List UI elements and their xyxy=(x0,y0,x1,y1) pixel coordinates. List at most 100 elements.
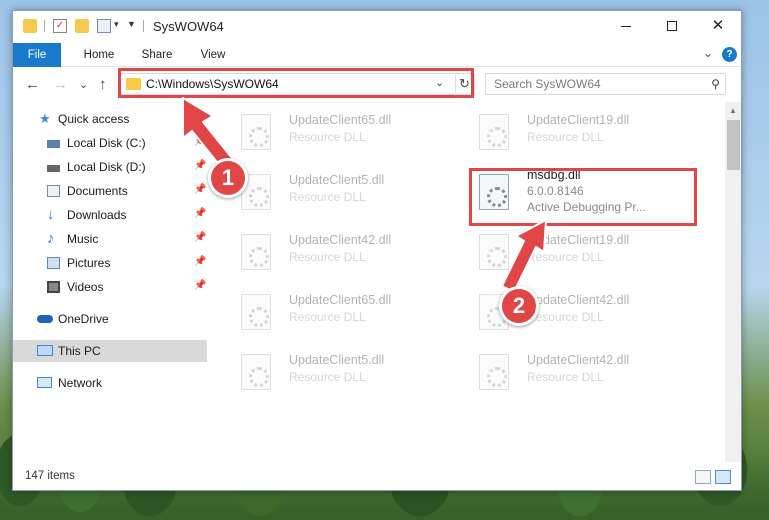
navigation-pane: ★ Quick access Local Disk (C:) 📌 Local D… xyxy=(13,102,213,462)
sidebar-item-this-pc[interactable]: This PC xyxy=(13,340,207,362)
item-count: 147 items xyxy=(25,470,75,482)
file-type: Resource DLL xyxy=(527,130,604,144)
scroll-thumb[interactable] xyxy=(727,120,740,170)
sidebar-item-documents[interactable]: Documents 📌 xyxy=(13,180,207,202)
sidebar-item-network[interactable]: Network xyxy=(13,372,207,394)
music-icon: ♪ xyxy=(47,230,55,247)
ribbon-tabs: File Home Share View ⌄ ? xyxy=(13,43,741,67)
dll-file-icon xyxy=(241,354,271,390)
sidebar-item-local-disk-d[interactable]: Local Disk (D:) 📌 xyxy=(13,156,207,178)
search-box[interactable]: Search SysWOW64 ⚲ xyxy=(485,73,726,95)
help-icon[interactable]: ? xyxy=(722,47,737,62)
videos-icon xyxy=(47,281,60,293)
sidebar-item-videos[interactable]: Videos 📌 xyxy=(13,276,207,298)
pin-icon[interactable]: 📌 xyxy=(194,280,206,291)
file-item[interactable]: UpdateClient65.dll Resource DLL xyxy=(229,288,449,338)
close-button[interactable]: ✕ xyxy=(695,11,741,41)
file-item[interactable]: UpdateClient42.dll Resource DLL xyxy=(467,348,687,398)
file-name: UpdateClient19.dll xyxy=(527,233,630,247)
file-highlight-box xyxy=(469,168,697,226)
properties-icon[interactable] xyxy=(97,19,111,33)
address-highlight-box xyxy=(118,68,474,98)
back-button[interactable]: ← xyxy=(25,77,40,92)
sidebar-item-quick-access[interactable]: ★ Quick access xyxy=(13,108,207,130)
pin-icon[interactable]: 📌 xyxy=(194,136,206,147)
tab-share[interactable]: Share xyxy=(133,43,181,67)
network-icon xyxy=(37,377,52,388)
sidebar-item-label: Music xyxy=(67,232,99,246)
sidebar-item-local-disk-c[interactable]: Local Disk (C:) 📌 xyxy=(13,132,207,154)
dll-file-icon xyxy=(479,234,509,270)
expand-ribbon-icon[interactable]: ⌄ xyxy=(703,46,713,60)
pin-icon[interactable]: 📌 xyxy=(194,160,206,171)
cloud-icon xyxy=(37,315,53,323)
search-icon[interactable]: ⚲ xyxy=(711,77,720,91)
sidebar-item-label: Network xyxy=(58,376,103,390)
file-item[interactable]: UpdateClient19.dll Resource DLL xyxy=(467,228,687,278)
file-type: Resource DLL xyxy=(527,370,604,384)
file-item[interactable]: UpdateClient19.dll Resource DLL xyxy=(467,108,687,158)
sidebar-item-pictures[interactable]: Pictures 📌 xyxy=(13,252,207,274)
sidebar-item-label: Pictures xyxy=(67,256,111,270)
maximize-button[interactable] xyxy=(649,11,695,41)
folder-icon xyxy=(23,19,37,33)
dll-file-icon xyxy=(479,354,509,390)
up-button[interactable]: ↑ xyxy=(99,77,107,92)
properties-check-icon[interactable]: ✓ xyxy=(53,19,67,33)
sidebar-item-label: This PC xyxy=(58,344,101,358)
window-title: SysWOW64 xyxy=(153,19,224,34)
pin-icon[interactable]: 📌 xyxy=(194,208,206,219)
status-bar: 147 items xyxy=(13,466,741,490)
sidebar-item-label: Documents xyxy=(67,184,128,198)
tab-view[interactable]: View xyxy=(189,43,237,67)
dll-file-icon xyxy=(479,114,509,150)
file-name: UpdateClient42.dll xyxy=(527,293,630,307)
sidebar-item-label: Downloads xyxy=(67,208,127,222)
tab-file[interactable]: File xyxy=(13,43,61,67)
file-item[interactable]: UpdateClient5.dll Resource DLL xyxy=(229,348,449,398)
minimize-button[interactable] xyxy=(603,11,649,41)
file-list: UpdateClient65.dll Resource DLL UpdateCl… xyxy=(221,102,723,462)
sidebar-item-label: Quick access xyxy=(58,112,130,126)
file-type: Resource DLL xyxy=(289,190,366,204)
sidebar-item-label: Videos xyxy=(67,280,104,294)
star-icon: ★ xyxy=(39,111,51,126)
pin-icon[interactable]: 📌 xyxy=(194,184,206,195)
tiles-view-button[interactable] xyxy=(715,470,731,484)
step-marker-1: 1 xyxy=(208,158,248,198)
recent-locations-button[interactable]: ⌄ xyxy=(79,78,88,93)
search-input[interactable]: Search SysWOW64 xyxy=(494,77,601,91)
file-name: UpdateClient42.dll xyxy=(527,353,630,367)
file-type: Resource DLL xyxy=(527,310,604,324)
file-item[interactable]: UpdateClient42.dll Resource DLL xyxy=(229,228,449,278)
chevron-down-icon[interactable]: ▾ xyxy=(114,19,119,30)
dll-file-icon xyxy=(241,294,271,330)
computer-icon xyxy=(37,345,53,356)
file-name: UpdateClient42.dll xyxy=(289,233,392,247)
details-view-button[interactable] xyxy=(695,470,711,484)
file-name: UpdateClient5.dll xyxy=(289,173,385,187)
scroll-up-icon[interactable]: ▲ xyxy=(729,106,737,115)
new-folder-icon[interactable] xyxy=(75,19,89,33)
tab-home[interactable]: Home xyxy=(75,43,123,67)
drive-icon xyxy=(47,165,60,172)
customize-toolbar-icon[interactable]: ▼ xyxy=(127,19,136,29)
file-name: UpdateClient5.dll xyxy=(289,353,385,367)
sidebar-item-music[interactable]: ♪ Music 📌 xyxy=(13,228,207,250)
file-type: Resource DLL xyxy=(289,250,366,264)
download-icon: ↓ xyxy=(47,206,55,223)
pictures-icon xyxy=(47,257,60,269)
file-item[interactable]: UpdateClient5.dll Resource DLL xyxy=(229,168,449,218)
vertical-scrollbar[interactable]: ▲ xyxy=(725,102,741,462)
forward-button[interactable]: → xyxy=(53,77,68,92)
pin-icon[interactable]: 📌 xyxy=(194,232,206,243)
sidebar-item-label: Local Disk (C:) xyxy=(67,136,146,150)
documents-icon xyxy=(47,185,60,197)
toolbar-divider xyxy=(143,20,144,32)
file-item[interactable]: UpdateClient65.dll Resource DLL xyxy=(229,108,449,158)
sidebar-item-onedrive[interactable]: OneDrive xyxy=(13,308,207,330)
pin-icon[interactable]: 📌 xyxy=(194,256,206,267)
dll-file-icon xyxy=(241,234,271,270)
file-name: UpdateClient65.dll xyxy=(289,113,392,127)
sidebar-item-downloads[interactable]: ↓ Downloads 📌 xyxy=(13,204,207,226)
